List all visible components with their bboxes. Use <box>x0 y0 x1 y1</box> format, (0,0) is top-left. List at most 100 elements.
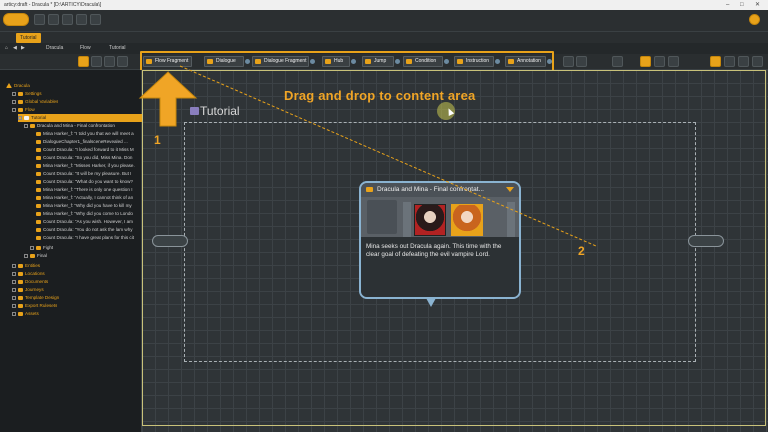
input-pin[interactable] <box>152 235 188 247</box>
more-icon[interactable] <box>752 56 763 67</box>
tree-item-fragment[interactable]: Count Dracula: "What do you want to know… <box>36 178 142 186</box>
tab-tutorial[interactable]: Tutorial <box>16 33 41 43</box>
list-view-icon[interactable] <box>710 56 721 67</box>
tree-item-label: Mina Harker_f: "Actually, I cannot think… <box>43 195 134 200</box>
settings-folder-icon <box>18 91 23 96</box>
fragment-icon <box>36 195 41 200</box>
tree-item-fragment[interactable]: Count Dracula: "It will be my pleasure. … <box>36 170 142 178</box>
tree-item-fragment[interactable]: Count Dracula: "You do not ask the lam w… <box>36 226 142 234</box>
breadcrumb-item-tutorial[interactable]: Tutorial <box>109 43 126 54</box>
detail-view-icon[interactable] <box>738 56 749 67</box>
view-toggle-icon[interactable] <box>78 56 89 67</box>
dialogue-node[interactable]: Dracula and Mina - Final confrontat... M… <box>359 181 521 299</box>
expand-icon <box>12 99 16 104</box>
back-icon[interactable]: ◀ <box>13 43 17 54</box>
tree-item-label: Mina Harker_f: "I told you that we will … <box>43 131 134 136</box>
close-icon[interactable]: ✕ <box>755 0 760 10</box>
tree-item-dracula[interactable]: Dracula <box>6 82 30 90</box>
tree-item-final[interactable]: Final <box>24 252 47 260</box>
fragment-icon <box>36 147 41 152</box>
flow-fragment-icon <box>190 107 199 115</box>
link-icon[interactable] <box>563 56 574 67</box>
tree-item-flow[interactable]: Flow <box>12 106 35 114</box>
flow-fragment-icon <box>24 115 29 120</box>
tree-item-export-rulesets[interactable]: Export Rulesets <box>12 302 57 310</box>
tree-item-label: Mina Harker_f: "Why did you come to Lond… <box>43 211 133 216</box>
tree-item-fragment[interactable]: Count Dracula: "I have great plans for t… <box>36 234 142 242</box>
tree-item-fragment[interactable]: Mina Harker_f: "Actually, I cannot think… <box>36 194 142 202</box>
node-pointer <box>426 298 436 307</box>
collapse-icon <box>12 107 16 112</box>
tree-item-documents[interactable]: Documents <box>12 278 48 286</box>
tree-item-fragment[interactable]: DialogueChapter1_finalsceneRevealed ... <box>36 138 142 146</box>
chevron-left-icon[interactable] <box>403 202 411 237</box>
tree-item-dialogue[interactable]: Dracula and Mina - Final confrontation <box>24 122 142 130</box>
tree-item-fragment[interactable]: Mina Harker_f: "I told you that we will … <box>36 130 142 138</box>
fragment-icon <box>36 227 41 232</box>
search-icon[interactable] <box>91 56 102 67</box>
breadcrumb-item-flow[interactable]: Flow <box>80 43 91 54</box>
fragment-icon <box>36 163 41 168</box>
navigator-tree: Dracula Settings Global Variables Flow T… <box>0 70 142 432</box>
expand-icon <box>12 91 16 96</box>
app-menu-button[interactable] <box>3 13 29 26</box>
step-marker-2: 2 <box>578 244 585 258</box>
tree-item-fragment[interactable]: Mina Harker_f: "There is only one questi… <box>36 186 142 194</box>
tree-item-entities[interactable]: Entities <box>12 262 40 270</box>
tree-item-journeys[interactable]: Journeys <box>12 286 44 294</box>
tree-item-label: Count Dracula: "What do you want to know… <box>43 179 133 184</box>
drag-instruction: Drag and drop to content area <box>284 88 476 103</box>
flow-fragment-icon <box>30 253 35 258</box>
page-icon[interactable] <box>668 56 679 67</box>
tree-item-label: Dracula <box>14 83 30 88</box>
mina-portrait <box>451 204 483 236</box>
tree-item-fragment[interactable]: Count Dracula: "As you wish. However, I … <box>36 218 142 226</box>
tree-item-fragment[interactable]: Mina Harker_f: "Misses Harker, if you pl… <box>36 162 142 170</box>
tree-item-label: DialogueChapter1_finalsceneRevealed ... <box>43 139 128 144</box>
entities-icon <box>18 263 23 268</box>
chevron-down-icon[interactable] <box>506 187 514 192</box>
tree-item-fragment[interactable]: Mina Harker_f: "Why did you have to kill… <box>36 202 142 210</box>
tree-item-tutorial[interactable]: Tutorial <box>18 114 142 122</box>
tree-item-label: Global Variables <box>25 99 59 104</box>
tree-item-global-variables[interactable]: Global Variables <box>12 98 58 106</box>
assets-icon <box>18 311 23 316</box>
tree-item-fragment[interactable]: Count Dracula: "So you did, Miss Mina. D… <box>36 154 142 162</box>
tree-item-template-design[interactable]: Template Design <box>12 294 59 302</box>
tree-item-fragment[interactable]: Mina Harker_f: "Why did you come to Lond… <box>36 210 142 218</box>
collapse-icon[interactable] <box>117 56 128 67</box>
filter-icon[interactable] <box>104 56 115 67</box>
tree-item-settings[interactable]: Settings <box>12 90 42 98</box>
expand-icon <box>12 279 16 284</box>
tree-item-label: Mina Harker_f: "There is only one questi… <box>43 187 133 192</box>
fragment-icon <box>36 155 41 160</box>
maximize-icon[interactable]: □ <box>740 0 744 10</box>
locations-icon <box>18 271 23 276</box>
redo-icon[interactable] <box>62 14 73 25</box>
tree-item-locations[interactable]: Locations <box>12 270 45 278</box>
forward-icon[interactable]: ▶ <box>21 43 25 54</box>
text-icon[interactable] <box>576 56 587 67</box>
tree-item-label: Journeys <box>25 287 44 292</box>
home-icon[interactable]: ⌂ <box>5 43 8 54</box>
tile-view-icon[interactable] <box>724 56 735 67</box>
tree-item-assets[interactable]: Assets <box>12 310 39 318</box>
settings-icon[interactable] <box>76 14 87 25</box>
chevron-right-icon[interactable] <box>507 202 515 237</box>
fragment-icon <box>36 131 41 136</box>
zoom-icon[interactable] <box>612 56 623 67</box>
grid-icon[interactable] <box>640 56 651 67</box>
step-marker-1: 1 <box>154 133 161 147</box>
save-icon[interactable] <box>34 14 45 25</box>
expand-icon <box>12 295 16 300</box>
help-icon[interactable] <box>90 14 101 25</box>
tree-item-fight[interactable]: Fight <box>30 244 53 252</box>
undo-icon[interactable] <box>48 14 59 25</box>
minimize-icon[interactable]: – <box>726 0 729 10</box>
user-icon[interactable] <box>749 14 760 25</box>
tree-item-fragment[interactable]: Count Dracula: "I looked forward to it M… <box>36 146 142 154</box>
output-pin[interactable] <box>688 235 724 247</box>
lock-icon[interactable] <box>654 56 665 67</box>
breadcrumb-item-dracula[interactable]: Dracula <box>46 43 63 54</box>
main-toolbar <box>0 10 768 31</box>
